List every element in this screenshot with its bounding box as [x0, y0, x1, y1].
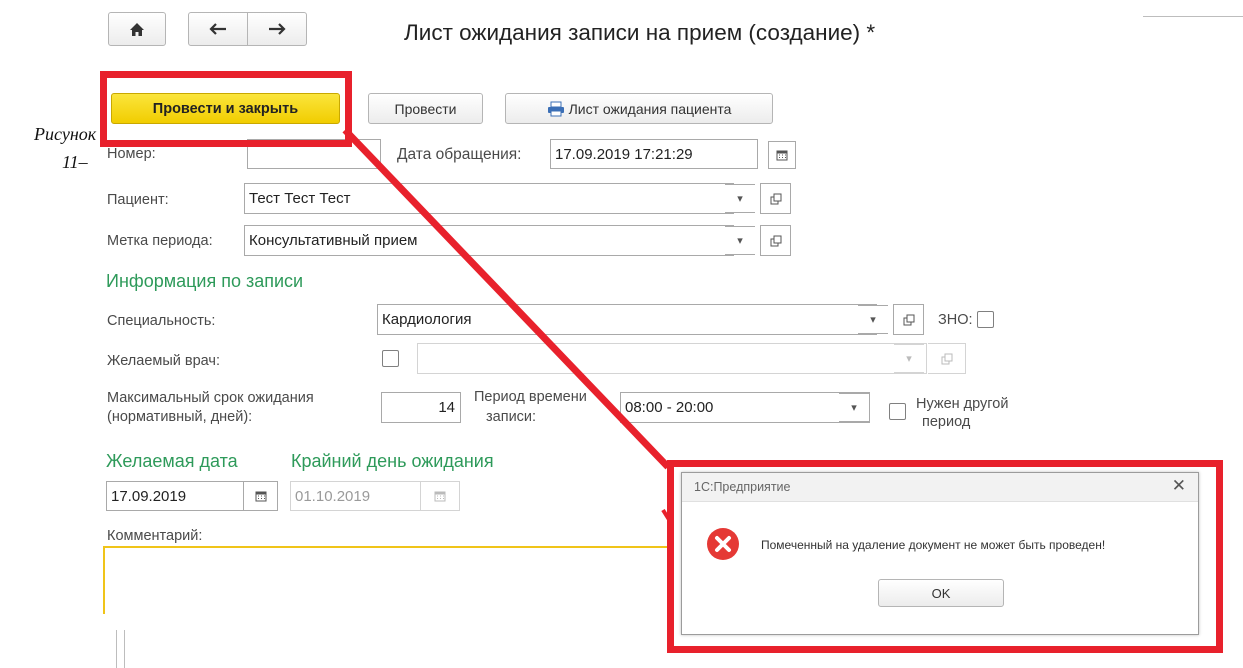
message-dialog: 1С:Предприятие ✕ Помеченный на удаление … — [681, 472, 1199, 635]
dialog-title-bar: 1С:Предприятие ✕ — [682, 473, 1198, 502]
dialog-message: Помеченный на удаление документ не может… — [761, 538, 1106, 552]
dialog-close-icon[interactable]: ✕ — [1172, 476, 1186, 496]
annotation-highlight-button — [100, 71, 352, 147]
error-icon — [707, 528, 739, 560]
dialog-ok-button[interactable]: OK — [878, 579, 1004, 607]
dialog-title: 1С:Предприятие — [694, 480, 791, 494]
